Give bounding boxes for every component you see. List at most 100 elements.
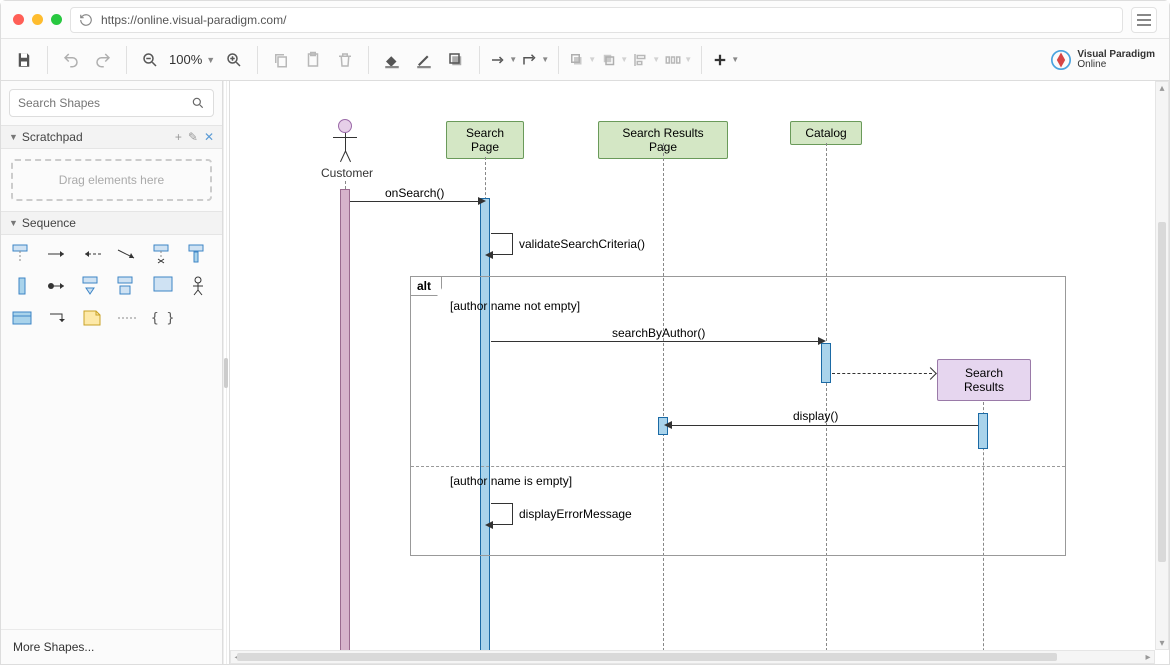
fill-color-button[interactable]	[377, 45, 407, 75]
brand-name-line2: Online	[1077, 60, 1155, 70]
palette-boundary-lifeline-icon[interactable]	[114, 275, 140, 297]
align-button[interactable]: ▼	[631, 45, 661, 75]
save-button[interactable]	[9, 45, 39, 75]
msg-search-by-author[interactable]	[491, 341, 821, 342]
msg-on-search[interactable]	[350, 201, 480, 202]
scroll-up-arrow[interactable]: ▴	[1156, 82, 1168, 94]
stroke-color-button[interactable]	[409, 45, 439, 75]
lifeline-search-page-label: Search Page	[466, 126, 504, 154]
search-icon	[191, 96, 205, 110]
palette-note-icon[interactable]	[79, 307, 105, 329]
msg-display-error-label: displayErrorMessage	[519, 507, 632, 521]
canvas-area: Customer Search Page Search Results Page…	[230, 81, 1169, 664]
url-text: https://online.visual-paradigm.com/	[101, 13, 286, 27]
shadow-button[interactable]	[441, 45, 471, 75]
scratchpad-edit-icon[interactable]: ✎	[188, 130, 198, 144]
msg-validate-label: validateSearchCriteria()	[519, 237, 645, 251]
msg-search-by-author-label: searchByAuthor()	[612, 326, 705, 340]
palette-brace-icon[interactable]: { }	[150, 307, 176, 329]
scratchpad-close-icon[interactable]: ✕	[204, 130, 214, 144]
delete-button[interactable]	[330, 45, 360, 75]
msg-display[interactable]	[670, 425, 978, 426]
canvas-h-scrollbar[interactable]: ◂ ▸	[230, 650, 1155, 664]
redo-button[interactable]	[88, 45, 118, 75]
msg-display-error-self-arrow	[485, 521, 493, 529]
caret-down-icon: ▼	[9, 132, 18, 142]
visual-paradigm-logo-icon	[1051, 50, 1071, 70]
search-shapes-input[interactable]	[18, 96, 191, 110]
distribute-button[interactable]: ▼	[663, 45, 693, 75]
lifeline-search-page[interactable]: Search Page	[446, 121, 524, 159]
activation-customer[interactable]	[340, 189, 350, 650]
main-toolbar: 100% ▼ ▼ ▼	[1, 39, 1169, 81]
sidebar: ▼ Scratchpad + ✎ ✕ Drag elements here ▼ …	[1, 81, 223, 664]
reload-icon	[79, 13, 93, 27]
undo-button[interactable]	[56, 45, 86, 75]
msg-on-search-arrow	[478, 197, 486, 205]
paste-button[interactable]	[298, 45, 328, 75]
more-shapes-link[interactable]: More Shapes...	[1, 629, 222, 664]
maximize-window-button[interactable]	[51, 14, 62, 25]
msg-on-search-label: onSearch()	[385, 186, 444, 200]
scratchpad-dropzone[interactable]: Drag elements here	[11, 159, 212, 201]
palette-activation-block-icon[interactable]	[9, 275, 35, 297]
diagram-canvas[interactable]: Customer Search Page Search Results Page…	[230, 81, 1155, 650]
to-front-button[interactable]: ▼	[567, 45, 597, 75]
waypoint-style-button[interactable]: ▼	[520, 45, 550, 75]
palette-async-arrow-icon[interactable]	[114, 243, 140, 265]
palette-entity-lifeline-icon[interactable]	[79, 275, 105, 297]
to-back-button[interactable]: ▼	[599, 45, 629, 75]
scratchpad-label: Scratchpad	[22, 130, 83, 144]
palette-destroy-lifeline-icon[interactable]	[150, 243, 176, 265]
connector-style-button[interactable]: ▼	[488, 45, 518, 75]
actor-label: Customer	[307, 166, 387, 180]
v-scroll-thumb[interactable]	[1158, 222, 1166, 562]
brand-logo[interactable]: Visual Paradigm Online	[1045, 50, 1161, 70]
palette-call-arrow-icon[interactable]	[44, 243, 70, 265]
scroll-down-arrow[interactable]: ▾	[1156, 637, 1168, 649]
palette-actor-icon[interactable]	[185, 275, 211, 297]
scratchpad-section-head[interactable]: ▼ Scratchpad + ✎ ✕	[1, 125, 222, 149]
sequence-section-head[interactable]: ▼ Sequence	[1, 211, 222, 235]
close-window-button[interactable]	[13, 14, 24, 25]
caret-down-icon: ▼	[9, 218, 18, 228]
minimize-window-button[interactable]	[32, 14, 43, 25]
sidebar-resize-handle[interactable]	[223, 81, 230, 664]
lifeline-search-results[interactable]: Search Results	[937, 359, 1031, 401]
palette-separator-icon[interactable]	[114, 307, 140, 329]
chevron-down-icon: ▼	[206, 55, 215, 65]
msg-display-label: display()	[793, 409, 838, 423]
zoom-in-button[interactable]	[219, 45, 249, 75]
h-scroll-thumb[interactable]	[237, 653, 1057, 661]
palette-activation-lifeline-icon[interactable]	[185, 243, 211, 265]
zoom-out-button[interactable]	[135, 45, 165, 75]
palette-found-message-icon[interactable]	[44, 275, 70, 297]
add-button[interactable]: ▼	[710, 45, 740, 75]
drag-hint-text: Drag elements here	[59, 173, 164, 187]
browser-bar: https://online.visual-paradigm.com/	[1, 1, 1169, 39]
palette-return-arrow-icon[interactable]	[79, 243, 105, 265]
alt-guard1: [author name not empty]	[450, 299, 580, 313]
sequence-palette: { }	[1, 235, 222, 337]
palette-frame-icon[interactable]	[9, 307, 35, 329]
alt-separator	[411, 466, 1065, 467]
palette-recursive-icon[interactable]	[44, 307, 70, 329]
browser-menu-button[interactable]	[1131, 7, 1157, 33]
copy-button[interactable]	[266, 45, 296, 75]
lifeline-catalog[interactable]: Catalog	[790, 121, 862, 145]
search-shapes-box[interactable]	[9, 89, 214, 117]
sequence-label: Sequence	[22, 216, 76, 230]
more-shapes-text: More Shapes...	[13, 640, 94, 654]
msg-create-search-results[interactable]	[832, 373, 932, 374]
lifeline-search-results-label: Search Results	[964, 366, 1004, 394]
palette-control-lifeline-icon[interactable]	[150, 275, 176, 297]
palette-lifeline-icon[interactable]	[9, 243, 35, 265]
zoom-level-dropdown[interactable]: 100% ▼	[167, 52, 217, 67]
msg-validate-self[interactable]	[491, 233, 513, 255]
address-bar[interactable]: https://online.visual-paradigm.com/	[70, 7, 1123, 33]
canvas-v-scrollbar[interactable]: ▴ ▾	[1155, 81, 1169, 650]
scroll-right-arrow[interactable]: ▸	[1142, 651, 1154, 663]
msg-display-error-self[interactable]	[491, 503, 513, 525]
app-window: https://online.visual-paradigm.com/ 100%…	[0, 0, 1170, 665]
scratchpad-add-icon[interactable]: +	[175, 130, 182, 144]
